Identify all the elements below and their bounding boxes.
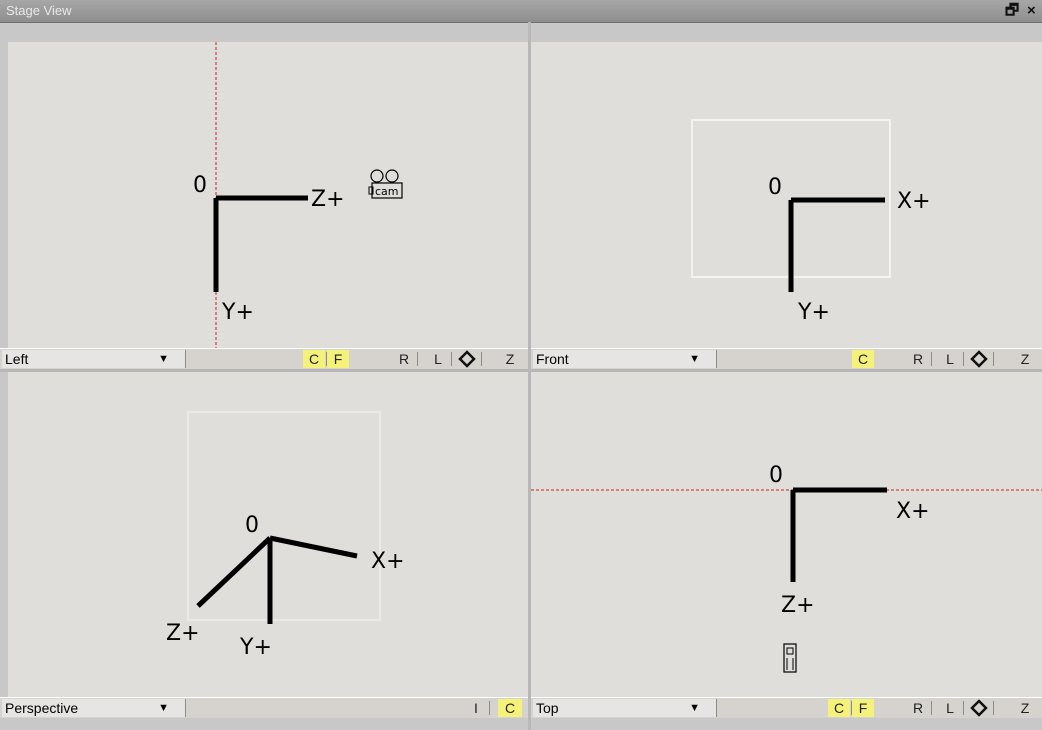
z-button[interactable]: Z <box>1015 699 1035 717</box>
viewport-left[interactable]: 0 Z+ Y+ cam <box>8 42 528 348</box>
pane-left-view: 0 Z+ Y+ cam Left ▼ C F R L Z <box>0 22 528 369</box>
separator <box>963 701 964 715</box>
separator <box>993 352 994 366</box>
axis-x-label: X+ <box>896 499 930 524</box>
camera-top-icon[interactable] <box>783 643 797 673</box>
pane-perspective-view: 0 X+ Y+ Z+ Perspective ▼ I C <box>0 372 528 730</box>
origin-label: 0 <box>769 463 783 488</box>
view-select-perspective[interactable]: Perspective ▼ <box>2 699 186 717</box>
view-select-top[interactable]: Top ▼ <box>533 699 717 717</box>
view-select-label: Front <box>536 351 569 367</box>
l-button[interactable]: L <box>940 350 960 368</box>
dropdown-arrow-icon: ▼ <box>689 702 700 714</box>
axis-z-line <box>196 536 272 608</box>
top-view-canvas: 0 X+ Z+ <box>531 463 1042 673</box>
separator <box>489 701 490 715</box>
axis-y-label: Y+ <box>239 635 272 660</box>
pane-top-view: 0 X+ Z+ Top ▼ C F R L Z <box>531 372 1042 730</box>
axis-y-label: Y+ <box>221 300 254 325</box>
axis-x-label: X+ <box>371 549 405 574</box>
separator <box>963 352 964 366</box>
dropdown-arrow-icon: ▼ <box>689 353 700 365</box>
front-view-canvas: 0 X+ Y+ <box>691 119 931 325</box>
restore-icon[interactable]: 🗗 <box>1005 2 1019 20</box>
view-select-front[interactable]: Front ▼ <box>533 350 717 368</box>
separator <box>417 352 418 366</box>
top-pane-toolbar: Top ▼ C F R L Z <box>531 697 1042 718</box>
origin-label: 0 <box>193 173 207 198</box>
camera-icon[interactable]: cam <box>368 169 403 199</box>
separator <box>451 352 452 366</box>
camera-label: cam <box>375 185 399 198</box>
left-pane-toolbar: Left ▼ C F R L Z <box>0 348 528 369</box>
view-select-label: Left <box>5 351 29 367</box>
z-button[interactable]: Z <box>500 350 520 368</box>
r-button[interactable]: R <box>394 350 414 368</box>
front-pane-toolbar: Front ▼ C R L Z <box>531 348 1042 369</box>
dropdown-arrow-icon: ▼ <box>158 353 169 365</box>
axis-z-label: Z+ <box>311 187 345 212</box>
vertical-splitter[interactable] <box>528 22 531 730</box>
view-select-label: Perspective <box>5 700 79 716</box>
horizontal-splitter[interactable] <box>0 369 1042 372</box>
l-button[interactable]: L <box>940 699 960 717</box>
c-button[interactable]: C <box>498 699 522 717</box>
axis-x-label: X+ <box>897 189 931 214</box>
separator <box>931 701 932 715</box>
view-select-left[interactable]: Left ▼ <box>2 350 186 368</box>
f-button[interactable]: F <box>327 350 349 368</box>
viewport-perspective[interactable]: 0 X+ Y+ Z+ <box>8 372 528 697</box>
r-button[interactable]: R <box>908 350 928 368</box>
perspective-view-canvas: 0 X+ Y+ Z+ <box>166 411 405 660</box>
pane-front-view: 0 X+ Y+ Front ▼ C R L Z <box>531 22 1042 369</box>
i-button[interactable]: I <box>468 699 484 717</box>
viewport-top[interactable]: 0 X+ Z+ <box>531 372 1042 697</box>
title-bar[interactable]: Stage View 🗗 × <box>0 0 1042 23</box>
left-view-canvas: 0 Z+ Y+ cam <box>193 42 403 348</box>
r-button[interactable]: R <box>908 699 928 717</box>
stage-view-window: Stage View 🗗 × 0 Z+ Y+ cam Left ▼ C F R … <box>0 0 1042 730</box>
axis-z-label: Z+ <box>781 593 815 618</box>
separator <box>931 352 932 366</box>
window-title: Stage View <box>6 3 72 18</box>
axis-y-label: Y+ <box>797 300 830 325</box>
c-button[interactable]: C <box>852 350 874 368</box>
separator <box>993 701 994 715</box>
f-button[interactable]: F <box>852 699 874 717</box>
origin-label: 0 <box>768 175 782 200</box>
l-button[interactable]: L <box>428 350 448 368</box>
pan-icon[interactable] <box>968 699 990 717</box>
pan-icon[interactable] <box>456 350 478 368</box>
dropdown-arrow-icon: ▼ <box>158 702 169 714</box>
perspective-pane-toolbar: Perspective ▼ I C <box>0 697 528 718</box>
axis-x-line <box>269 535 358 559</box>
z-button[interactable]: Z <box>1015 350 1035 368</box>
pan-icon[interactable] <box>968 350 990 368</box>
viewport-front[interactable]: 0 X+ Y+ <box>531 42 1042 348</box>
c-button[interactable]: C <box>828 699 850 717</box>
origin-label: 0 <box>245 513 259 538</box>
separator <box>481 352 482 366</box>
close-icon[interactable]: × <box>1027 2 1036 20</box>
c-button[interactable]: C <box>303 350 325 368</box>
axis-z-label: Z+ <box>166 621 200 646</box>
view-select-label: Top <box>536 700 559 716</box>
